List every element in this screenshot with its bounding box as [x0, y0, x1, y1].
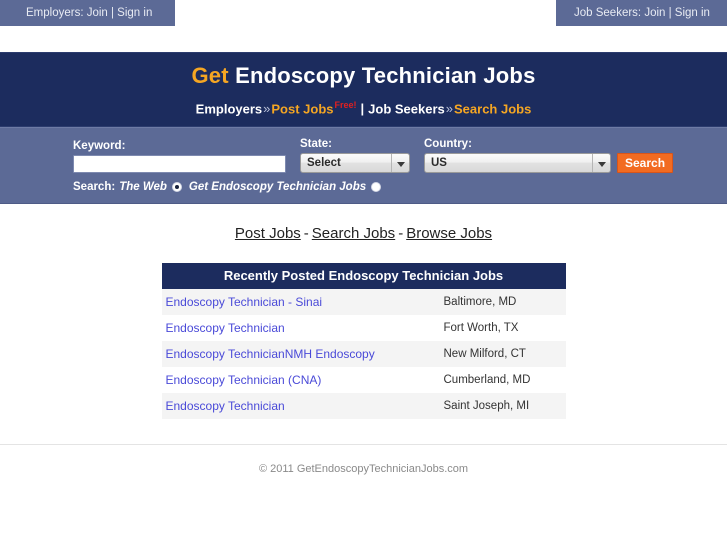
job-title-link[interactable]: Endoscopy Technician	[166, 321, 285, 335]
recent-jobs-heading: Recently Posted Endoscopy Technician Job…	[161, 263, 566, 289]
job-title-link[interactable]: Endoscopy TechnicianNMH Endoscopy	[166, 347, 375, 361]
keyword-field-group: Keyword:	[73, 140, 286, 173]
subnav-jobseekers-label: Job Seekers	[368, 101, 445, 117]
search-scope-label: Search:	[73, 181, 116, 193]
scope-site-radio[interactable]	[371, 182, 382, 192]
copyright-text: © 2011 GetEndoscopyTechnicianJobs.com	[258, 463, 469, 475]
link-dash-2: -	[398, 225, 404, 242]
country-label: Country:	[424, 138, 472, 150]
keyword-label: Keyword:	[73, 140, 126, 152]
country-field-group: Country: US	[424, 138, 611, 173]
primary-links-row: Post Jobs - Search Jobs - Browse Jobs	[0, 204, 727, 242]
recent-jobs-section: Recently Posted Endoscopy Technician Job…	[161, 263, 566, 419]
state-select[interactable]: Select	[300, 153, 410, 173]
title-accent-word: Get	[191, 63, 229, 88]
site-header: Get Endoscopy Technician Jobs Employers»…	[0, 52, 727, 127]
job-title-cell[interactable]: Endoscopy Technician (CNA)	[161, 367, 440, 393]
chevron-down-icon[interactable]	[592, 154, 610, 172]
job-title-link[interactable]: Endoscopy Technician (CNA)	[166, 373, 322, 387]
header-subnav: Employers»Post JobsFree! | Job Seekers»Sea…	[0, 89, 727, 116]
footer: © 2011 GetEndoscopyTechnicianJobs.com	[0, 445, 727, 475]
table-row[interactable]: Endoscopy TechnicianNMH Endoscopy New Mi…	[161, 341, 566, 367]
table-row[interactable]: Endoscopy Technician Fort Worth, TX	[161, 315, 566, 341]
chevron-down-icon[interactable]	[391, 154, 409, 172]
job-location-cell: Cumberland, MD	[439, 367, 566, 393]
recent-jobs-table: Endoscopy Technician - Sinai Baltimore, …	[161, 289, 566, 419]
search-panel: Keyword: State: Select Country: US Searc…	[0, 127, 727, 204]
job-location-cell: New Milford, CT	[439, 341, 566, 367]
job-title-cell[interactable]: Endoscopy Technician	[161, 393, 440, 419]
job-location-cell: Saint Joseph, MI	[439, 393, 566, 419]
top-account-bar: Employers: Join | Sign in Job Seekers: J…	[0, 0, 727, 26]
job-title-cell[interactable]: Endoscopy TechnicianNMH Endoscopy	[161, 341, 440, 367]
title-rest: Endoscopy Technician Jobs	[228, 63, 536, 88]
recent-jobs-body: Endoscopy Technician - Sinai Baltimore, …	[161, 289, 566, 419]
browse-jobs-link[interactable]: Browse Jobs	[406, 225, 492, 242]
search-button[interactable]: Search	[617, 153, 674, 173]
table-row[interactable]: Endoscopy Technician (CNA) Cumberland, M…	[161, 367, 566, 393]
state-select-value: Select	[307, 157, 341, 169]
subnav-post-jobs-link[interactable]: Post Jobs	[271, 101, 333, 116]
job-title-cell[interactable]: Endoscopy Technician - Sinai	[161, 289, 440, 315]
scope-site-label: Get Endoscopy Technician Jobs	[188, 181, 367, 193]
search-scope-row: Search: The Web Get Endoscopy Technician…	[73, 181, 727, 193]
subnav-arrow-1-icon: »	[263, 101, 271, 117]
scope-web-label: The Web	[119, 181, 167, 193]
subnav-arrow-2-icon: »	[445, 101, 453, 117]
free-badge: Free!	[334, 100, 357, 110]
scope-web-radio[interactable]	[171, 182, 182, 192]
job-title-link[interactable]: Endoscopy Technician	[166, 399, 285, 413]
page-title: Get Endoscopy Technician Jobs	[0, 53, 727, 89]
job-title-link[interactable]: Endoscopy Technician - Sinai	[166, 295, 323, 309]
search-input[interactable]	[73, 155, 286, 173]
subnav-separator: |	[360, 101, 365, 117]
search-jobs-link[interactable]: Search Jobs	[312, 225, 395, 242]
jobseekers-account-tab[interactable]: Job Seekers: Join | Sign in	[556, 0, 727, 26]
state-label: State:	[300, 138, 332, 150]
state-field-group: State: Select	[300, 138, 410, 173]
table-row[interactable]: Endoscopy Technician - Sinai Baltimore, …	[161, 289, 566, 315]
subnav-employers-label: Employers	[195, 101, 263, 117]
employers-account-tab[interactable]: Employers: Join | Sign in	[0, 0, 175, 26]
employers-account-label[interactable]: Employers: Join | Sign in	[26, 7, 152, 19]
country-select-value: US	[431, 157, 447, 169]
table-row[interactable]: Endoscopy Technician Saint Joseph, MI	[161, 393, 566, 419]
country-select[interactable]: US	[424, 153, 611, 173]
jobseekers-account-label[interactable]: Job Seekers: Join | Sign in	[574, 7, 710, 19]
job-location-cell: Baltimore, MD	[439, 289, 566, 315]
link-dash-1: -	[303, 225, 309, 242]
job-title-cell[interactable]: Endoscopy Technician	[161, 315, 440, 341]
job-location-cell: Fort Worth, TX	[439, 315, 566, 341]
post-jobs-link[interactable]: Post Jobs	[235, 225, 301, 242]
subnav-search-jobs-link[interactable]: Search Jobs	[454, 101, 531, 116]
search-fields-row: Keyword: State: Select Country: US Searc…	[73, 138, 727, 173]
